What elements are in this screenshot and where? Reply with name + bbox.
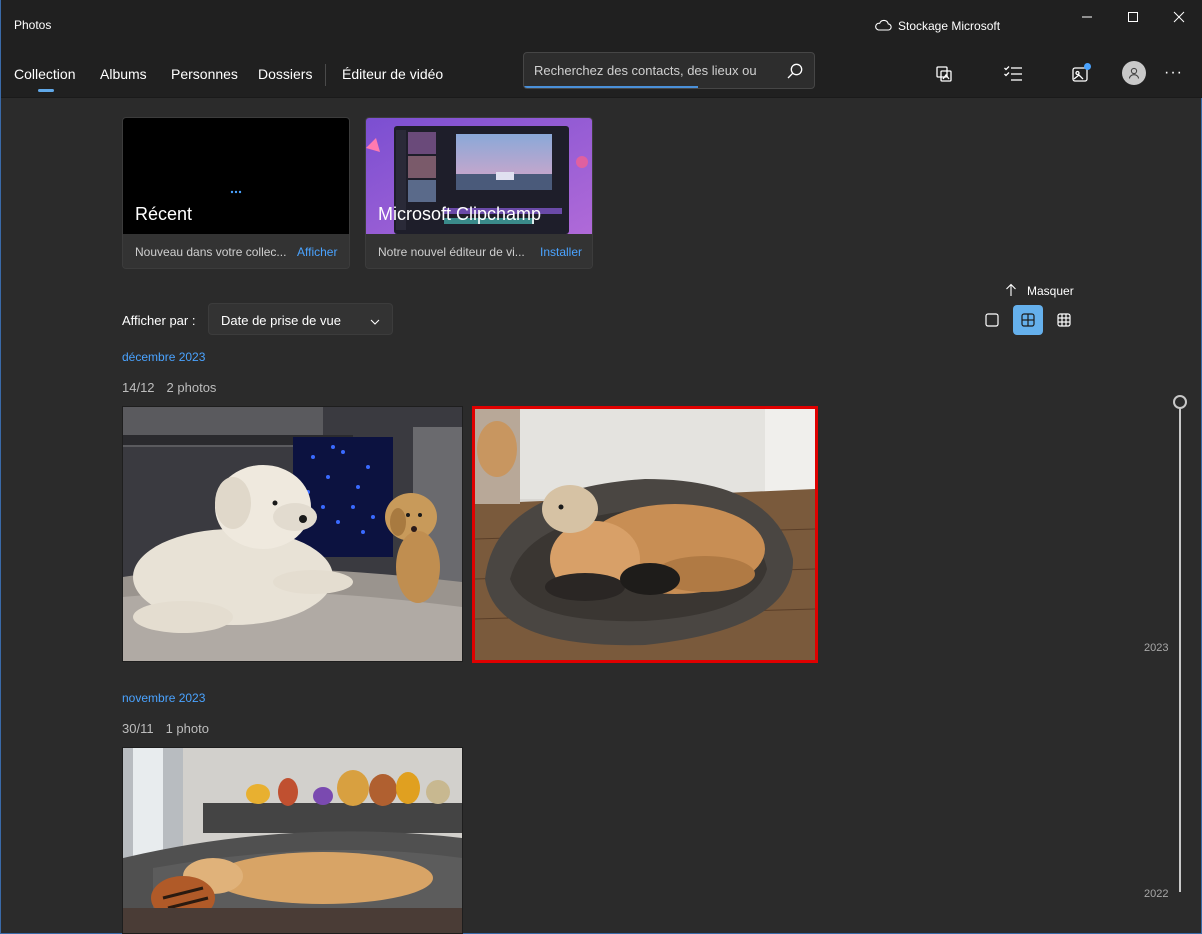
month-header-november[interactable]: novembre 2023 — [122, 691, 205, 705]
clipchamp-card-action-link[interactable]: Installer — [540, 245, 582, 259]
storage-label: Stockage Microsoft — [898, 19, 1001, 33]
account-icon — [1128, 67, 1140, 79]
search-box[interactable] — [523, 52, 815, 89]
sort-value: Date de prise de vue — [221, 313, 341, 328]
chevron-down-icon — [370, 314, 380, 332]
tab-personnes[interactable]: Personnes — [171, 66, 238, 92]
minimize-button[interactable] — [1064, 0, 1110, 34]
notification-dot — [1084, 63, 1091, 70]
search-input[interactable] — [524, 53, 782, 87]
cloud-icon — [874, 19, 892, 34]
nav-bar: Collection Albums Personnes Dossiers Édi… — [1, 50, 1202, 98]
import-icon — [936, 66, 952, 82]
tab-collection[interactable]: Collection — [14, 66, 75, 92]
select-icon — [1004, 66, 1022, 81]
photo-dog-on-rug[interactable] — [122, 406, 463, 662]
title-bar: Photos Stockage Microsoft — [1, 0, 1202, 50]
day-count: 1 photo — [165, 721, 209, 736]
hide-label: Masquer — [1027, 284, 1074, 298]
hide-button[interactable]: Masquer — [1005, 282, 1074, 300]
timeline-year-2023[interactable]: 2023 — [1144, 642, 1168, 654]
clipchamp-card-title: Microsoft Clipchamp — [378, 204, 542, 224]
more-icon[interactable]: ··· — [1164, 64, 1183, 82]
tab-albums[interactable]: Albums — [100, 66, 147, 92]
whats-new-button[interactable] — [1068, 62, 1092, 86]
clipchamp-card-desc: Notre nouvel éditeur de vi... — [378, 245, 525, 259]
small-grid-button[interactable] — [1049, 305, 1079, 335]
storage-status[interactable]: Stockage Microsoft — [874, 16, 1000, 36]
recent-card-action-link[interactable]: Afficher — [297, 245, 337, 259]
photos-app-window: Photos Stockage Microsoft Collection Alb… — [0, 0, 1202, 934]
search-icon[interactable] — [786, 62, 804, 85]
minimize-icon — [1082, 16, 1092, 18]
single-square-icon — [985, 313, 999, 327]
import-button[interactable] — [932, 62, 956, 86]
tab-video-editor[interactable]: Éditeur de vidéo — [342, 66, 443, 92]
arrow-up-icon — [1005, 283, 1017, 300]
recent-card-desc: Nouveau dans votre collec... — [135, 245, 287, 259]
photo-dog-in-bed[interactable] — [472, 406, 818, 663]
photo-dog-on-sofa[interactable] — [122, 747, 463, 934]
account-avatar[interactable] — [1122, 61, 1146, 85]
medium-grid-button[interactable] — [1013, 305, 1043, 335]
maximize-icon — [1128, 12, 1138, 22]
app-title: Photos — [14, 18, 52, 32]
timeline-scrubber-handle[interactable] — [1173, 395, 1187, 409]
clipchamp-card[interactable]: Microsoft Clipchamp Notre nouvel éditeur… — [365, 117, 593, 269]
grid-small-icon — [1057, 313, 1071, 327]
day-date: 30/11 — [122, 721, 154, 736]
nav-divider — [325, 64, 326, 86]
recent-card[interactable]: Récent Nouveau dans votre collec... Affi… — [122, 117, 350, 269]
day-count: 2 photos — [166, 380, 217, 395]
day-date: 14/12 — [122, 380, 155, 395]
timeline-scrubber-track[interactable] — [1179, 402, 1181, 892]
day-header-30-11: 30/11 1 photo — [122, 721, 209, 736]
sort-dropdown[interactable]: Date de prise de vue — [208, 303, 393, 335]
maximize-button[interactable] — [1110, 0, 1156, 34]
single-view-button[interactable] — [977, 305, 1007, 335]
timeline-year-2022[interactable]: 2022 — [1144, 888, 1168, 900]
grid-medium-icon — [1021, 313, 1035, 327]
day-header-14-12: 14/12 2 photos — [122, 380, 216, 395]
sort-label: Afficher par : — [122, 313, 196, 328]
close-button[interactable] — [1156, 0, 1202, 34]
search-focus-underline — [524, 86, 698, 88]
close-icon — [1173, 11, 1185, 23]
month-header-december[interactable]: décembre 2023 — [122, 350, 205, 364]
tab-dossiers[interactable]: Dossiers — [258, 66, 312, 92]
select-button[interactable] — [1001, 62, 1025, 86]
recent-card-title: Récent — [135, 204, 193, 224]
